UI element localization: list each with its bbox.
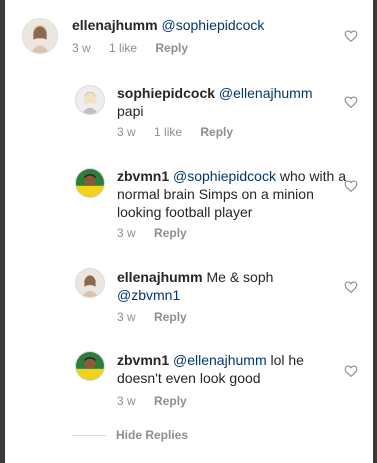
comment-text: ellenajhumm @sophiepidcock — [72, 16, 302, 34]
window-left-border — [0, 0, 5, 463]
comment-meta: 3 w Reply — [117, 394, 202, 408]
avatar[interactable] — [22, 18, 58, 54]
avatar[interactable] — [75, 85, 105, 115]
heart-outline-icon[interactable] — [344, 29, 358, 43]
comment-meta: 3 w Reply — [117, 226, 202, 240]
comment-mention[interactable]: @ellenajhumm — [219, 85, 313, 101]
comment-age: 3 w — [117, 226, 136, 240]
comment-likes[interactable]: 1 like — [154, 125, 182, 139]
heart-outline-icon[interactable] — [344, 95, 358, 109]
window-right-border — [373, 0, 377, 463]
comment-mention[interactable]: @sophiepidcock — [161, 17, 264, 33]
comment-age: 3 w — [117, 394, 136, 408]
comment-text: zbvmn1 @sophiepidcock who with a normal … — [117, 167, 349, 221]
comment-age: 3 w — [117, 310, 136, 324]
reply-button[interactable]: Reply — [154, 226, 187, 240]
avatar[interactable] — [75, 268, 105, 298]
reply-button[interactable]: Reply — [154, 310, 187, 324]
comment-username[interactable]: ellenajhumm — [72, 17, 158, 33]
comment-likes[interactable]: 1 like — [109, 41, 137, 55]
comment-text: zbvmn1 @ellenajhumm lol he doesn't even … — [117, 351, 347, 387]
comment-text: sophiepidcock @ellenajhumm papi — [117, 84, 347, 120]
comment-username[interactable]: sophiepidcock — [117, 85, 215, 101]
reply-button[interactable]: Reply — [154, 394, 187, 408]
comment-text: ellenajhumm Me & soph @zbvmn1 — [117, 268, 347, 304]
hide-replies-line — [72, 434, 106, 436]
comment-meta: 3 w 1 like Reply — [72, 41, 203, 55]
comment-body: Me & soph — [202, 269, 274, 285]
comment-mention[interactable]: @sophiepidcock — [173, 168, 276, 184]
comment-body: papi — [117, 103, 144, 119]
avatar[interactable] — [75, 351, 105, 381]
comment-age: 3 w — [117, 125, 136, 139]
comment-mention[interactable]: @zbvmn1 — [117, 287, 180, 303]
reply-button[interactable]: Reply — [200, 125, 233, 139]
comment-meta: 3 w 1 like Reply — [117, 125, 248, 139]
avatar[interactable] — [75, 168, 105, 198]
heart-outline-icon[interactable] — [344, 179, 358, 193]
comment-mention[interactable]: @ellenajhumm — [173, 352, 267, 368]
hide-replies-button[interactable]: Hide Replies — [72, 428, 188, 442]
hide-replies-label: Hide Replies — [116, 428, 189, 442]
heart-outline-icon[interactable] — [344, 280, 358, 294]
heart-outline-icon[interactable] — [344, 364, 358, 378]
comment-meta: 3 w Reply — [117, 310, 202, 324]
comment-username[interactable]: ellenajhumm — [117, 269, 203, 285]
reply-button[interactable]: Reply — [155, 41, 188, 55]
comment-username[interactable]: zbvmn1 — [117, 352, 169, 368]
comment-username[interactable]: zbvmn1 — [117, 168, 169, 184]
comment-age: 3 w — [72, 41, 91, 55]
